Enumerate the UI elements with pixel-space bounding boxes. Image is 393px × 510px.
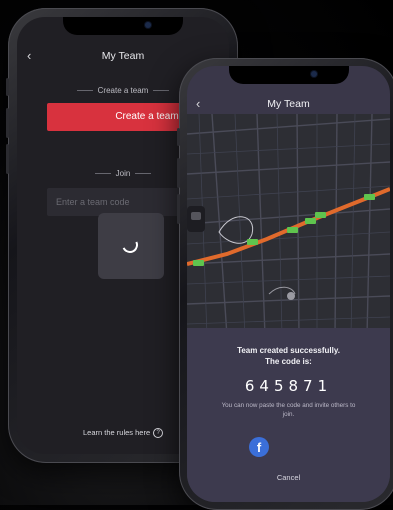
- divider: [153, 90, 170, 92]
- map-graphic: [187, 114, 390, 336]
- cancel-button[interactable]: Cancel: [187, 473, 390, 482]
- map-marker: [193, 260, 204, 266]
- notch: [63, 17, 183, 35]
- team-created-modal: Team created successfully. The code is: …: [187, 328, 390, 502]
- back-chevron-icon[interactable]: ‹: [27, 45, 31, 67]
- volume-up-button: [6, 108, 9, 138]
- phone-front: ‹ My Team Team created successfully. The…: [177, 58, 393, 510]
- back-chevron-icon[interactable]: ‹: [196, 93, 200, 115]
- team-code: 645871: [244, 377, 333, 395]
- header: ‹ My Team: [187, 93, 390, 115]
- front-screen: ‹ My Team Team created successfully. The…: [187, 66, 390, 502]
- map-marker: [315, 212, 326, 218]
- rules-link[interactable]: Learn the rules here?: [83, 428, 164, 439]
- divider: [135, 173, 152, 175]
- volume-down-button: [6, 144, 9, 174]
- loading-overlay: [98, 213, 164, 279]
- camera-icon: [310, 71, 317, 77]
- team-code-input[interactable]: [47, 188, 181, 216]
- page-title: My Team: [101, 50, 145, 62]
- mute-switch: [177, 128, 180, 146]
- info-icon: ?: [153, 428, 164, 439]
- facebook-icon[interactable]: f: [249, 437, 269, 457]
- success-message: Team created successfully.: [237, 346, 340, 355]
- camera-icon: [145, 22, 151, 28]
- invite-hint: You can now paste the code and invite ot…: [221, 402, 356, 418]
- map-view[interactable]: [187, 114, 390, 336]
- page-title: My Team: [267, 98, 310, 110]
- volume-up-button: [177, 158, 180, 188]
- rules-link-text: Learn the rules here: [83, 428, 151, 437]
- map-marker: [364, 194, 375, 200]
- map-marker: [287, 227, 298, 233]
- map-marker: [305, 218, 316, 224]
- divider: [94, 173, 111, 175]
- notch: [228, 66, 349, 84]
- location-pin-icon: [287, 292, 295, 300]
- volume-down-button: [177, 194, 180, 224]
- create-section-text: Create a team: [97, 86, 149, 95]
- mute-switch: [6, 78, 9, 96]
- divider: [76, 90, 93, 92]
- map-marker: [247, 239, 258, 245]
- code-label: The code is:: [265, 357, 312, 366]
- join-section-text: Join: [115, 169, 131, 178]
- spinner-icon: [119, 234, 141, 256]
